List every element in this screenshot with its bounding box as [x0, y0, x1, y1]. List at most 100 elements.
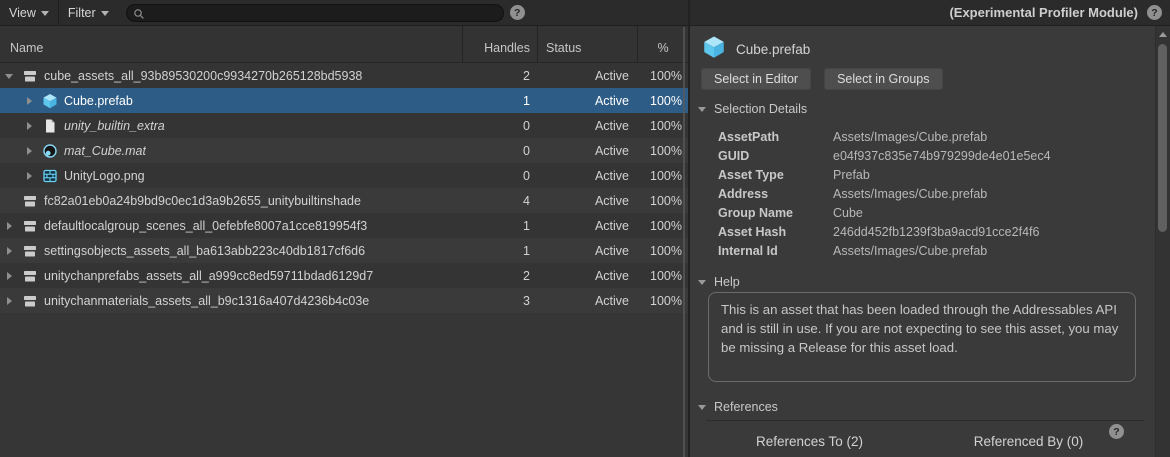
- row-handles-value: 1: [462, 94, 537, 108]
- references-divider: [706, 420, 1144, 421]
- detail-field-label: GUID: [718, 149, 833, 163]
- help-icon[interactable]: ?: [1109, 424, 1124, 439]
- detail-field-value: Assets/Images/Cube.prefab: [833, 244, 987, 258]
- row-handles-value: 0: [462, 169, 537, 183]
- row-status-value: Active: [537, 94, 637, 108]
- module-title: (Experimental Profiler Module): [949, 5, 1138, 20]
- tree-scrollbar[interactable]: [683, 27, 685, 457]
- expand-arrow-icon[interactable]: [4, 196, 16, 206]
- row-percent-value: 100%: [637, 119, 688, 133]
- row-name-cell: UnityLogo.png: [0, 168, 462, 184]
- row-label: cube_assets_all_93b89530200c9934270b2651…: [44, 69, 362, 83]
- references-section-header[interactable]: References: [698, 400, 778, 414]
- expand-arrow-icon[interactable]: [4, 271, 16, 281]
- filter-dropdown[interactable]: Filter: [59, 0, 118, 26]
- row-status-value: Active: [537, 69, 637, 83]
- detail-field-value: Assets/Images/Cube.prefab: [833, 187, 987, 201]
- filter-dropdown-label: Filter: [68, 6, 96, 20]
- row-name-cell: fc82a01eb0a24b9bd9c0ec1d3a9b2655_unitybu…: [0, 193, 462, 209]
- row-status-value: Active: [537, 194, 637, 208]
- archive-icon: [22, 193, 38, 209]
- scroll-up-arrow-icon[interactable]: [1159, 32, 1167, 37]
- detail-content: Cube.prefab Select in Editor Select in G…: [690, 26, 1170, 457]
- table-row[interactable]: unity_builtin_extra 0 Active 100%: [0, 113, 688, 138]
- expand-arrow-icon[interactable]: [4, 296, 16, 306]
- column-header-name[interactable]: Name: [0, 41, 462, 62]
- row-label: settingsobjects_assets_all_ba613abb223c4…: [44, 244, 365, 258]
- archive-icon: [22, 293, 38, 309]
- row-label: defaultlocalgroup_scenes_all_0efebfe8007…: [44, 219, 367, 233]
- row-label: fc82a01eb0a24b9bd9c0ec1d3a9b2655_unitybu…: [44, 194, 361, 208]
- table-row[interactable]: settingsobjects_assets_all_ba613abb223c4…: [0, 238, 688, 263]
- row-percent-value: 100%: [637, 69, 688, 83]
- row-handles-value: 1: [462, 219, 537, 233]
- expand-arrow-icon[interactable]: [4, 246, 16, 256]
- tab-referenced-by[interactable]: Referenced By (0): [919, 434, 1138, 449]
- table-row[interactable]: defaultlocalgroup_scenes_all_0efebfe8007…: [0, 213, 688, 238]
- references-section-title: References: [714, 400, 778, 414]
- row-percent-value: 100%: [637, 94, 688, 108]
- column-header-handles[interactable]: Handles: [462, 26, 537, 62]
- detail-field-value: Cube: [833, 206, 863, 220]
- table-row[interactable]: UnityLogo.png 0 Active 100%: [0, 163, 688, 188]
- asset-header: Cube.prefab: [702, 35, 810, 64]
- help-section-header[interactable]: Help: [698, 275, 740, 289]
- view-dropdown[interactable]: View: [0, 0, 58, 26]
- selection-details-header[interactable]: Selection Details: [698, 102, 807, 116]
- table-row[interactable]: cube_assets_all_93b89530200c9934270b2651…: [0, 63, 688, 88]
- search-icon: [133, 7, 145, 25]
- row-handles-value: 1: [462, 244, 537, 258]
- foldout-arrow-icon: [698, 405, 706, 410]
- row-status-value: Active: [537, 119, 637, 133]
- tab-references-to[interactable]: References To (2): [700, 434, 919, 449]
- expand-arrow-icon[interactable]: [24, 96, 36, 106]
- selection-details-title: Selection Details: [714, 102, 807, 116]
- detail-field-value: 246dd452fb1239f3ba9acd91cce2f4f6: [833, 225, 1039, 239]
- row-handles-value: 0: [462, 144, 537, 158]
- panel-scrollbar[interactable]: [1155, 26, 1170, 457]
- row-status-value: Active: [537, 144, 637, 158]
- row-name-cell: unitychanprefabs_assets_all_a999cc8ed597…: [0, 268, 462, 284]
- column-header-status[interactable]: Status: [537, 26, 637, 62]
- expand-arrow-icon[interactable]: [24, 121, 36, 131]
- row-name-cell: unity_builtin_extra: [0, 118, 462, 134]
- table-row[interactable]: Cube.prefab 1 Active 100%: [0, 88, 688, 113]
- row-handles-value: 2: [462, 69, 537, 83]
- archive-icon: [22, 218, 38, 234]
- select-in-groups-button[interactable]: Select in Groups: [824, 68, 942, 90]
- detail-field-label: AssetPath: [718, 130, 833, 144]
- row-status-value: Active: [537, 244, 637, 258]
- texture-icon: [42, 168, 58, 184]
- table-row[interactable]: unitychanmaterials_assets_all_b9c1316a40…: [0, 288, 688, 313]
- material-icon: [42, 143, 58, 159]
- selection-details-fields: AssetPath Assets/Images/Cube.prefab GUID…: [718, 127, 1150, 260]
- select-in-editor-button[interactable]: Select in Editor: [701, 68, 811, 90]
- row-label: unitychanmaterials_assets_all_b9c1316a40…: [44, 294, 369, 308]
- action-buttons: Select in Editor Select in Groups: [701, 68, 943, 90]
- search-input[interactable]: [126, 4, 504, 22]
- help-text-box: This is an asset that has been loaded th…: [708, 292, 1136, 382]
- table-row[interactable]: fc82a01eb0a24b9bd9c0ec1d3a9b2655_unitybu…: [0, 188, 688, 213]
- column-header-percent[interactable]: %: [637, 26, 688, 62]
- expand-arrow-icon[interactable]: [4, 71, 16, 81]
- help-icon[interactable]: ?: [1147, 5, 1162, 20]
- help-icon[interactable]: ?: [510, 5, 525, 20]
- row-name-cell: mat_Cube.mat: [0, 143, 462, 159]
- foldout-arrow-icon: [698, 107, 706, 112]
- view-dropdown-label: View: [9, 6, 36, 20]
- scrollbar-thumb[interactable]: [1158, 44, 1167, 232]
- table-row[interactable]: unitychanprefabs_assets_all_a999cc8ed597…: [0, 263, 688, 288]
- expand-arrow-icon[interactable]: [24, 171, 36, 181]
- asset-title: Cube.prefab: [736, 42, 810, 57]
- detail-field-row: Asset Hash 246dd452fb1239f3ba9acd91cce2f…: [718, 222, 1150, 241]
- row-label: unity_builtin_extra: [64, 119, 165, 133]
- row-label: mat_Cube.mat: [64, 144, 146, 158]
- expand-arrow-icon[interactable]: [24, 146, 36, 156]
- expand-arrow-icon[interactable]: [4, 221, 16, 231]
- detail-field-row: Group Name Cube: [718, 203, 1150, 222]
- row-handles-value: 0: [462, 119, 537, 133]
- detail-field-row: Address Assets/Images/Cube.prefab: [718, 184, 1150, 203]
- selection-detail-pane: (Experimental Profiler Module) ? Cube.pr…: [690, 0, 1170, 457]
- detail-field-value: Assets/Images/Cube.prefab: [833, 130, 987, 144]
- table-row[interactable]: mat_Cube.mat 0 Active 100%: [0, 138, 688, 163]
